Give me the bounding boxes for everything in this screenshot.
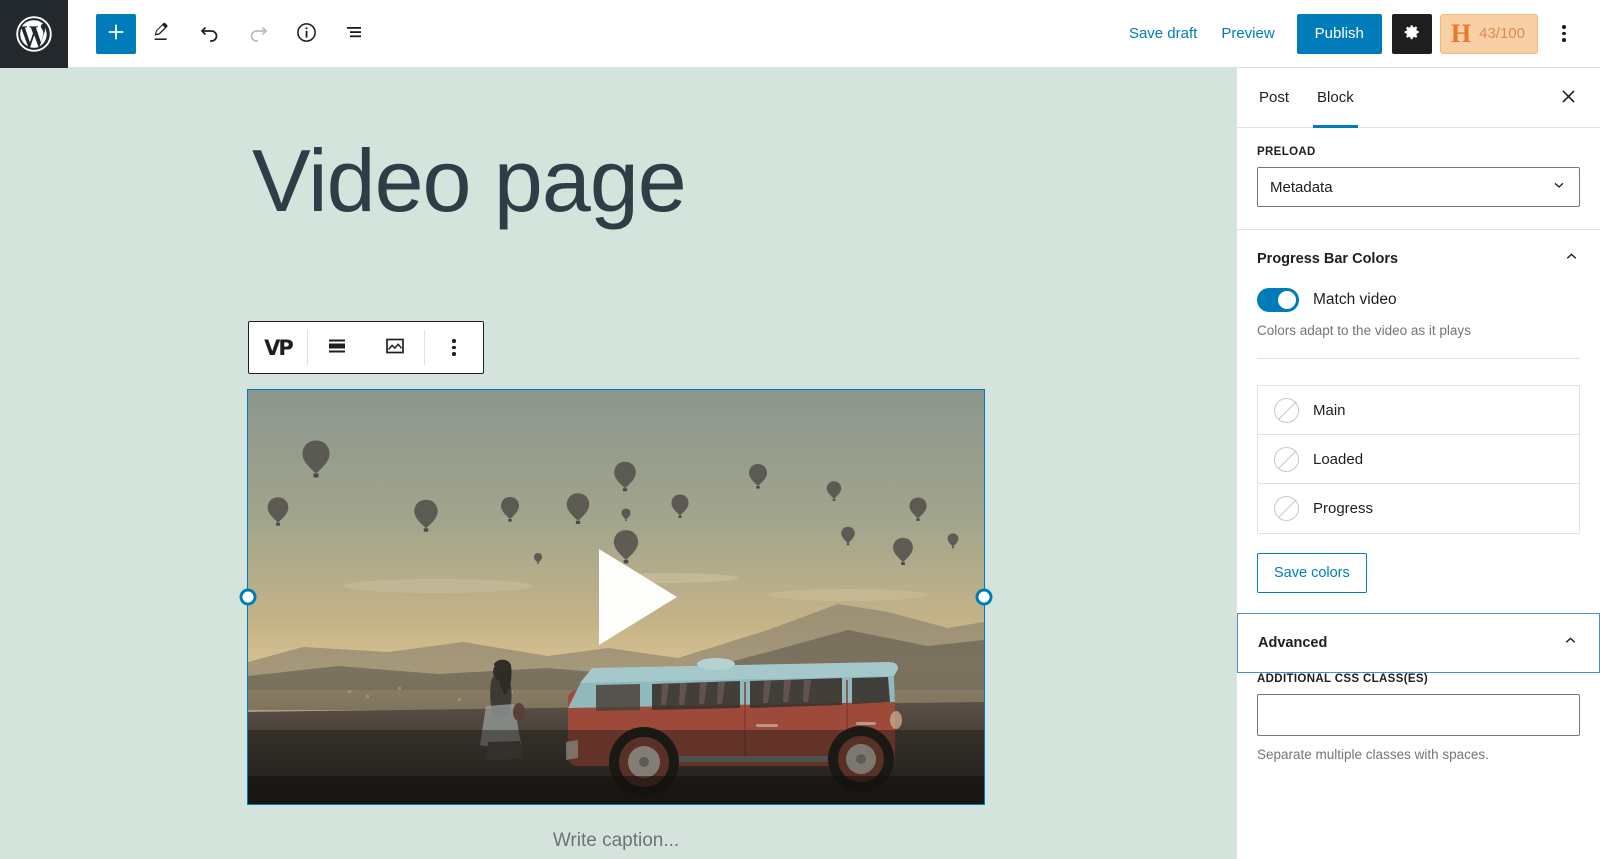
preload-section: PRELOAD Metadata <box>1237 128 1600 230</box>
resize-handle-left[interactable] <box>239 588 257 606</box>
preload-select[interactable]: Metadata <box>1257 167 1580 207</box>
kebab-menu-icon <box>452 339 456 356</box>
close-icon <box>1559 87 1578 109</box>
align-icon <box>325 334 349 361</box>
block-more-options-button[interactable] <box>425 322 483 373</box>
progress-bar-colors-title: Progress Bar Colors <box>1257 251 1399 267</box>
save-colors-button[interactable]: Save colors <box>1257 553 1367 593</box>
color-swatch-none-icon <box>1274 397 1299 423</box>
details-button[interactable] <box>284 12 328 56</box>
color-label-main: Main <box>1313 401 1346 419</box>
wordpress-block-editor: Save draft Preview Publish H 43/100 Vide… <box>0 0 1600 859</box>
video-poster-image <box>248 390 984 804</box>
publish-button[interactable]: Publish <box>1296 13 1382 54</box>
sidebar-scroll-area[interactable]: PRELOAD Metadata Progress Bar Colors Mat… <box>1237 128 1600 859</box>
wordpress-logo-icon <box>15 15 53 53</box>
undo-arrow-icon <box>198 20 222 47</box>
vp-logo-icon: VP <box>264 335 294 360</box>
advanced-body: ADDITIONAL CSS CLASS(ES) Separate multip… <box>1237 673 1600 782</box>
toggle-knob <box>1278 291 1296 309</box>
poster-image-button[interactable] <box>366 322 424 373</box>
progress-bar-colors-body: Match video Colors adapt to the video as… <box>1237 288 1600 613</box>
kebab-menu-icon <box>1562 25 1566 42</box>
tab-post[interactable]: Post <box>1245 68 1303 127</box>
color-label-progress: Progress <box>1313 500 1374 517</box>
wordpress-logo-button[interactable] <box>0 0 68 68</box>
video-block[interactable] <box>239 389 993 805</box>
preload-label: PRELOAD <box>1257 146 1316 158</box>
match-video-toggle-row: Match video <box>1257 288 1580 312</box>
add-block-button[interactable] <box>96 13 136 54</box>
color-swatch-none-icon <box>1274 496 1299 521</box>
hemingway-h-icon: H <box>1450 18 1472 48</box>
page-title[interactable]: Video page <box>252 134 1236 227</box>
match-video-help-text: Colors adapt to the video as it plays <box>1257 323 1471 338</box>
color-row-loaded[interactable]: Loaded <box>1258 435 1579 484</box>
progress-bar-colors-panel: Progress Bar Colors Match video Colors a… <box>1237 230 1600 613</box>
css-classes-help-text: Separate multiple classes with spaces. <box>1257 747 1489 762</box>
preview-button[interactable]: Preview <box>1209 17 1286 50</box>
redo-button[interactable] <box>236 12 280 56</box>
redo-arrow-icon <box>246 20 270 47</box>
undo-button[interactable] <box>188 12 232 56</box>
color-list: Main Loaded Progress <box>1257 385 1580 534</box>
editor-body: Video page VP Write caption... Post Bloc… <box>0 68 1600 859</box>
list-view-icon <box>342 20 366 47</box>
resize-handle-right[interactable] <box>975 588 993 606</box>
chevron-up-icon <box>1562 632 1579 654</box>
chevron-down-icon <box>1551 177 1567 197</box>
tab-block[interactable]: Block <box>1303 68 1368 128</box>
chevron-up-icon <box>1563 248 1580 270</box>
settings-button[interactable] <box>1391 13 1432 54</box>
advanced-title: Advanced <box>1258 635 1328 651</box>
edit-mode-button[interactable] <box>140 12 184 56</box>
header-left-toolbar <box>68 12 376 56</box>
editor-canvas[interactable]: Video page VP Write caption... <box>0 68 1236 859</box>
css-classes-label: ADDITIONAL CSS CLASS(ES) <box>1257 673 1429 685</box>
block-toolbar: VP <box>248 321 484 374</box>
hemingway-score-value: 43/100 <box>1479 25 1525 42</box>
match-video-toggle[interactable] <box>1257 288 1299 312</box>
close-sidebar-button[interactable] <box>1550 68 1586 127</box>
advanced-header[interactable]: Advanced <box>1237 613 1600 673</box>
settings-sidebar: Post Block PRELOAD Metadata Progress Bar… <box>1236 68 1600 859</box>
gear-icon <box>1402 22 1422 45</box>
hemingway-score-badge[interactable]: H 43/100 <box>1439 13 1538 54</box>
color-label-loaded: Loaded <box>1313 450 1364 468</box>
match-video-label: Match video <box>1313 291 1397 308</box>
align-button[interactable] <box>308 322 366 373</box>
progress-bar-colors-header[interactable]: Progress Bar Colors <box>1237 230 1600 288</box>
plus-icon <box>105 21 127 46</box>
image-icon <box>383 334 407 361</box>
color-row-main[interactable]: Main <box>1258 386 1579 435</box>
panel-divider <box>1257 358 1580 359</box>
css-classes-input[interactable] <box>1257 694 1580 736</box>
more-options-button[interactable] <box>1544 12 1584 56</box>
block-type-videopress-button[interactable]: VP <box>249 322 307 373</box>
editor-header: Save draft Preview Publish H 43/100 <box>0 0 1600 68</box>
advanced-panel: Advanced ADDITIONAL CSS CLASS(ES) Separa… <box>1237 613 1600 782</box>
play-triangle-icon[interactable] <box>599 549 677 645</box>
save-draft-button[interactable]: Save draft <box>1117 17 1209 50</box>
header-right-toolbar: Save draft Preview Publish H 43/100 <box>1117 12 1600 56</box>
list-view-button[interactable] <box>332 12 376 56</box>
sidebar-tabs: Post Block <box>1237 68 1600 128</box>
color-row-progress[interactable]: Progress <box>1258 484 1579 533</box>
preload-selected-value: Metadata <box>1270 178 1333 196</box>
pencil-icon <box>151 21 173 46</box>
color-swatch-none-icon <box>1274 446 1299 472</box>
info-circle-icon <box>295 21 318 47</box>
video-caption-input[interactable]: Write caption... <box>248 830 984 852</box>
